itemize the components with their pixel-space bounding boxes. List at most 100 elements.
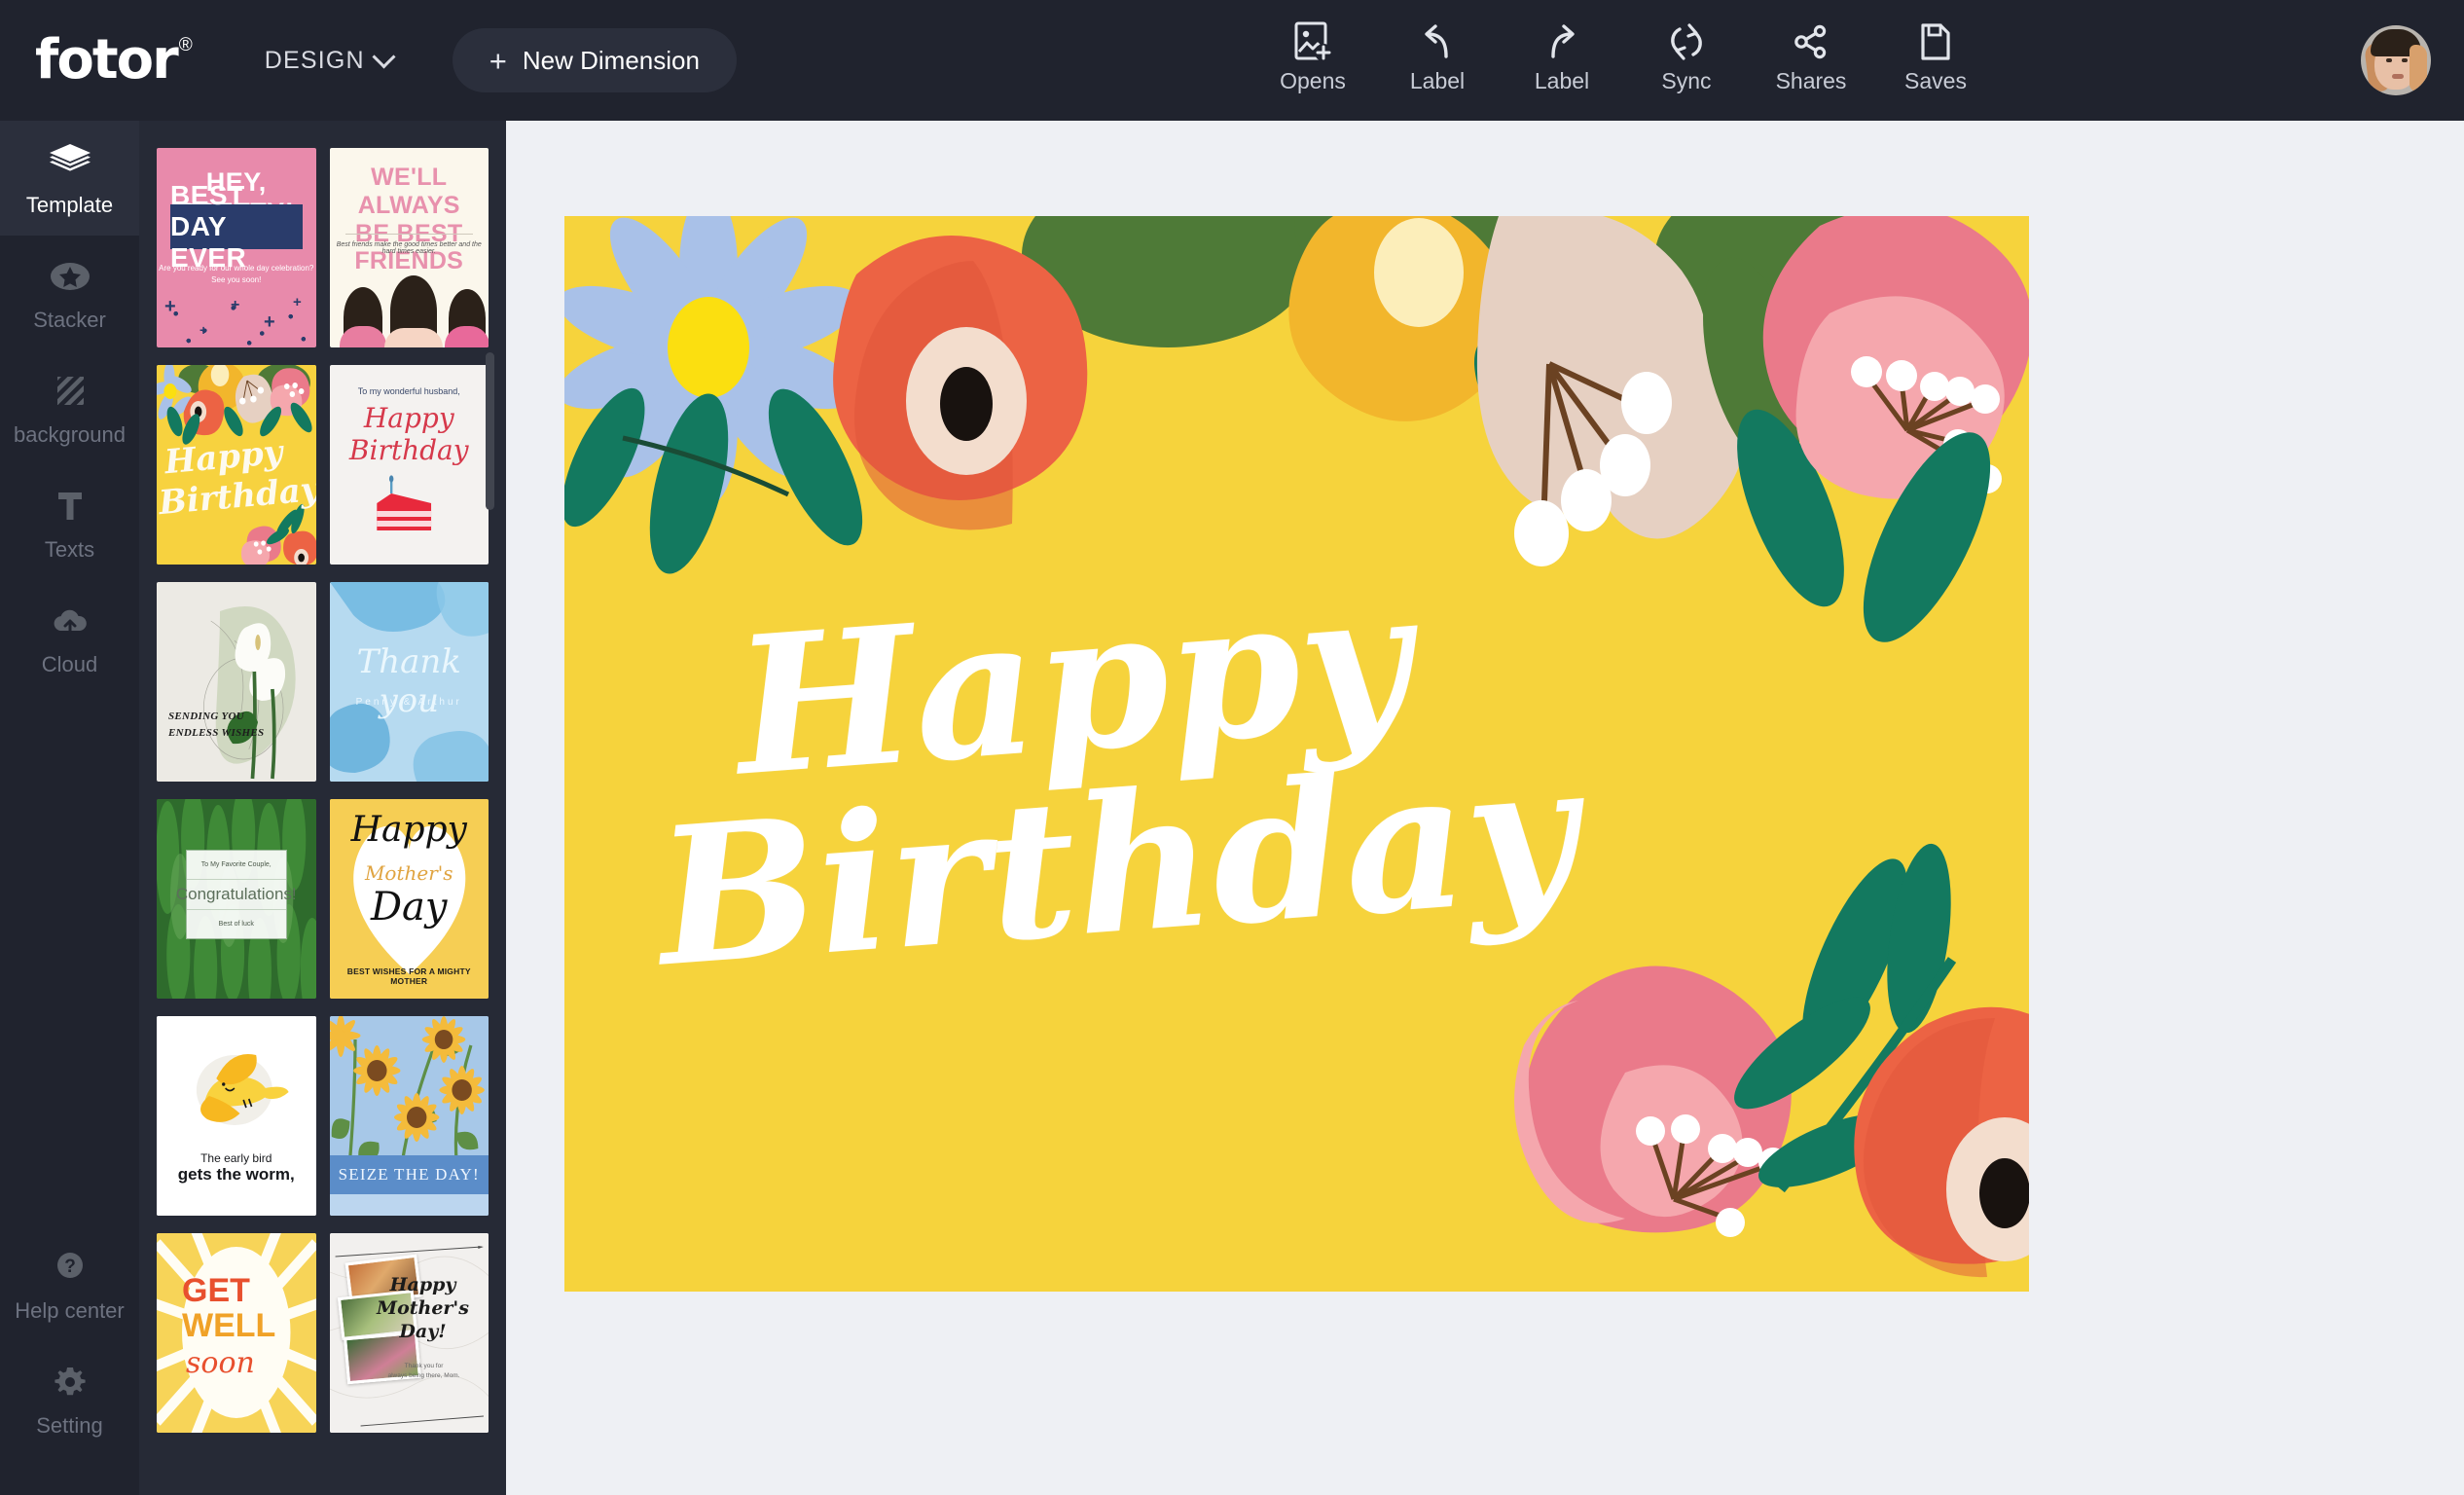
redo-arrow-icon: [1541, 19, 1582, 64]
template-line-2: Mother's: [364, 861, 453, 885]
sidebar-label-help-center: Help center: [15, 1298, 125, 1323]
design-canvas[interactable]: Happy Birthday: [564, 216, 2029, 1292]
design-dropdown-label: DESIGN: [264, 46, 365, 74]
sidebar-item-texts[interactable]: Texts: [0, 465, 139, 580]
fotor-logo[interactable]: fotor ®: [35, 33, 193, 88]
sidebar-label-stacker: Stacker: [33, 308, 106, 332]
canvas-area: Happy Birthday Resize − 100% + preview: [506, 121, 2464, 1495]
template-line-1: The early bird: [200, 1151, 272, 1165]
star-badge-icon: [48, 257, 92, 301]
sync-button[interactable]: Sync: [1624, 14, 1749, 92]
undo-arrow-icon: [1417, 19, 1458, 64]
templates-scrollbar-thumb[interactable]: [486, 352, 494, 510]
top-bar: fotor ® DESIGN + New Dimension Opens Lab…: [0, 0, 2464, 121]
template-card-mothers-day-heart[interactable]: Happy Mother's Day BEST WISHES FOR A MIG…: [329, 799, 489, 999]
cross-icon: +: [264, 311, 275, 333]
template-heading: Congratulations!: [175, 884, 297, 903]
sync-refresh-icon: [1666, 19, 1707, 64]
text-t-icon: [48, 487, 92, 530]
new-dimension-label: New Dimension: [522, 45, 700, 75]
sidebar-bottom-group: ? Help center Setting: [0, 1226, 139, 1495]
save-floppy-icon: [1915, 19, 1956, 64]
templates-scrollbar-track[interactable]: [486, 121, 500, 1495]
sidebar-item-template[interactable]: Template: [0, 121, 139, 236]
template-card-husband-birthday[interactable]: To my wonderful husband, Happy Birthday: [329, 365, 489, 565]
template-card-thank-you[interactable]: Thank you Penny & Arthur: [329, 582, 489, 782]
gear-icon: [48, 1363, 92, 1406]
template-banner: BEST DAY EVER: [170, 180, 303, 273]
undo-button[interactable]: Label: [1375, 14, 1500, 92]
template-card-congratulations[interactable]: To My Favorite Couple, Congratulations! …: [157, 799, 316, 999]
template-card-early-bird[interactable]: The early bird gets the worm,: [157, 1016, 316, 1216]
sidebar-label-template: Template: [25, 193, 114, 217]
registered-mark-icon: ®: [178, 35, 193, 55]
undo-label: Label: [1409, 68, 1466, 93]
sync-label: Sync: [1661, 68, 1712, 93]
design-dropdown[interactable]: DESIGN: [264, 44, 396, 75]
layers-icon: [48, 142, 92, 186]
save-button[interactable]: Saves: [1873, 14, 1998, 92]
cross-icon: +: [293, 294, 302, 310]
open-image-button[interactable]: Opens: [1250, 14, 1375, 92]
template-subtitle: Thank you for always being there, Mom.: [387, 1363, 460, 1379]
cross-icon: +: [199, 322, 208, 338]
sidebar-item-help-center[interactable]: ? Help center: [0, 1226, 139, 1341]
redo-button[interactable]: Label: [1500, 14, 1624, 92]
sidebar-label-background: background: [14, 422, 126, 447]
template-card-hey-pretty[interactable]: HEY, PRETTY! BEST DAY EVER Are you ready…: [157, 148, 316, 347]
template-heading: Thank you: [356, 642, 461, 720]
template-line-2: gets the worm,: [177, 1165, 295, 1184]
save-label: Saves: [1904, 68, 1967, 93]
editor-body: Template Stacker background Texts Cloud …: [0, 121, 2464, 1495]
share-label: Shares: [1775, 68, 1847, 93]
sidebar-item-setting[interactable]: Setting: [0, 1341, 139, 1456]
left-sidebar: Template Stacker background Texts Cloud …: [0, 121, 139, 1495]
sidebar-label-cloud: Cloud: [41, 652, 98, 676]
template-line-1: Happy: [350, 810, 467, 850]
template-card-mothers-day-photos[interactable]: Happy Mother's Day! Thank you for always…: [329, 1233, 489, 1433]
avatar-eye-right: [2402, 58, 2408, 62]
template-card-seize-the-day[interactable]: SEIZE THE DAY!: [329, 1016, 489, 1216]
sidebar-item-stacker[interactable]: Stacker: [0, 236, 139, 350]
template-banner-text: SEIZE THE DAY!: [338, 1165, 480, 1184]
svg-text:?: ?: [64, 1257, 76, 1277]
fotor-editor-window: fotor ® DESIGN + New Dimension Opens Lab…: [0, 0, 2464, 1495]
template-line-1: Happy: [163, 432, 284, 483]
figure-shirt: [339, 326, 386, 347]
divider: [344, 234, 473, 235]
template-kicker: To My Favorite Couple,: [200, 861, 272, 869]
avatar-mouth: [2392, 74, 2404, 79]
sidebar-item-cloud[interactable]: Cloud: [0, 580, 139, 695]
cross-icon: +: [231, 297, 240, 313]
note-row: Congratulations!: [176, 880, 297, 910]
new-dimension-button[interactable]: + New Dimension: [452, 28, 737, 92]
note-row: To My Favorite Couple,: [187, 851, 286, 881]
floral-artwork: [564, 216, 2029, 1292]
template-footer: Best of luck: [218, 920, 254, 928]
template-heading: SENDING YOU ENDLESS WISHES: [168, 711, 265, 739]
plus-icon: +: [489, 43, 507, 78]
share-button[interactable]: Shares: [1749, 14, 1873, 92]
template-line-3: soon: [186, 1346, 255, 1380]
template-line-1: GET: [182, 1272, 250, 1309]
template-subtitle: Are you ready for our whole day celebrat…: [159, 264, 314, 284]
avatar-eye-left: [2386, 58, 2392, 62]
template-card-best-friends[interactable]: WE'LL ALWAYS BE BEST FRIENDS Best friend…: [329, 148, 489, 347]
template-line-3: Day: [370, 885, 448, 930]
templates-panel: HEY, PRETTY! BEST DAY EVER Are you ready…: [139, 121, 506, 1495]
template-card-happy-birthday-floral[interactable]: Happy Birthday: [157, 365, 316, 565]
template-footer: BEST WISHES FOR A MIGHTY MOTHER: [346, 966, 471, 986]
sidebar-item-background[interactable]: background: [0, 350, 139, 465]
cross-icon: +: [164, 296, 176, 317]
templates-grid: HEY, PRETTY! BEST DAY EVER Are you ready…: [139, 121, 506, 1433]
template-card-endless-wishes[interactable]: SENDING YOU ENDLESS WISHES: [157, 582, 316, 782]
template-banner: SEIZE THE DAY!: [329, 1155, 489, 1194]
cloud-upload-icon: [48, 602, 92, 645]
template-heading: Happy Mother's Day!: [377, 1274, 469, 1342]
question-circle-icon: ?: [48, 1248, 92, 1292]
user-avatar[interactable]: [2361, 25, 2431, 95]
redo-label: Label: [1534, 68, 1590, 93]
template-banner-text: BEST DAY EVER: [170, 180, 247, 273]
template-card-get-well-soon[interactable]: GET WELL soon: [157, 1233, 316, 1433]
template-line-2: WELL: [182, 1307, 276, 1344]
